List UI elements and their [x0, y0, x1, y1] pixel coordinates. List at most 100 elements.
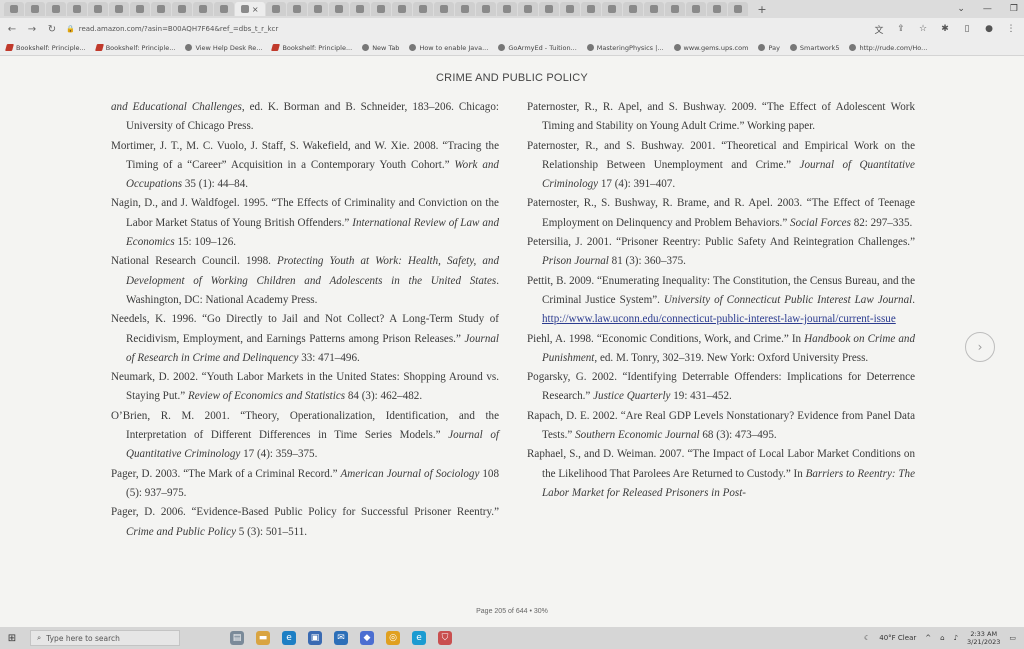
browser-tab[interactable]: [25, 2, 45, 16]
chevron-up-icon[interactable]: ^: [925, 634, 931, 642]
browser-tab[interactable]: [707, 2, 727, 16]
running-head: CRIME AND PUBLIC POLICY: [436, 72, 588, 84]
clock[interactable]: 2:33 AM 3/21/2023: [967, 630, 1000, 646]
bookmark-item[interactable]: How to enable Java...: [409, 44, 488, 52]
browser-tab[interactable]: [413, 2, 433, 16]
profile-icon[interactable]: ●: [982, 24, 996, 34]
bookmark-favicon-icon: [849, 44, 857, 51]
browser-tab[interactable]: [476, 2, 496, 16]
browser-tab[interactable]: [623, 2, 643, 16]
reference-entry: Mortimer, J. T., M. C. Vuolo, J. Staff, …: [111, 139, 499, 191]
bookmark-item[interactable]: GoArmyEd - Tuition...: [498, 44, 577, 52]
browser-tab[interactable]: [193, 2, 213, 16]
bookmark-item[interactable]: MasteringPhysics |...: [586, 44, 664, 52]
mail-icon[interactable]: ✉: [334, 631, 348, 645]
reference-link[interactable]: http://www.law.uconn.edu/connecticut-pub…: [542, 313, 896, 325]
bookmark-item[interactable]: New Tab: [362, 44, 399, 52]
browser-tab[interactable]: [287, 2, 307, 16]
kindle-reader: CRIME AND PUBLIC POLICY and Educational …: [0, 57, 1024, 627]
browser-tab[interactable]: [686, 2, 706, 16]
browser-tab[interactable]: [308, 2, 328, 16]
notifications-icon[interactable]: ▭: [1009, 634, 1016, 642]
edge-icon[interactable]: e: [282, 631, 296, 645]
chrome-icon[interactable]: ◎: [386, 631, 400, 645]
browser-tab[interactable]: [350, 2, 370, 16]
bookmark-item[interactable]: Bookshelf: Principle...: [5, 44, 86, 52]
bookmark-favicon-icon: [185, 44, 193, 51]
browser-tab[interactable]: [434, 2, 454, 16]
bookmark-favicon-icon: [758, 44, 766, 51]
browser-tab[interactable]: [109, 2, 129, 16]
tab-favicon-icon: [335, 5, 343, 13]
bookmark-item[interactable]: View Help Desk Re...: [185, 44, 262, 52]
restore-icon[interactable]: ❐: [1010, 4, 1018, 14]
reference-entry: Nagin, D., and J. Waldfogel. 1995. “The …: [111, 197, 499, 249]
tab-favicon-icon: [713, 5, 721, 13]
url-text: read.amazon.com/?asin=B00AQH7F64&ref_=db…: [78, 25, 279, 33]
taskbar-search[interactable]: ⌕ Type here to search: [30, 630, 180, 646]
edge-dev-icon[interactable]: e: [412, 631, 426, 645]
bookmark-item[interactable]: Pay: [758, 44, 780, 52]
next-page-button[interactable]: ›: [965, 332, 995, 362]
reload-icon[interactable]: ↻: [46, 24, 58, 35]
browser-tab[interactable]: [371, 2, 391, 16]
browser-tab[interactable]: [497, 2, 517, 16]
browser-tab[interactable]: [130, 2, 150, 16]
browser-tab[interactable]: [329, 2, 349, 16]
task-view-icon[interactable]: ▤: [230, 631, 244, 645]
browser-tab[interactable]: [151, 2, 171, 16]
browser-tab[interactable]: [88, 2, 108, 16]
side-panel-icon[interactable]: ▯: [960, 24, 974, 34]
browser-tab[interactable]: [644, 2, 664, 16]
url-field[interactable]: 🔒 read.amazon.com/?asin=B00AQH7F64&ref_=…: [66, 21, 446, 37]
reference-entry: Rapach, D. E. 2002. “Are Real GDP Levels…: [527, 409, 915, 442]
browser-tab[interactable]: [214, 2, 234, 16]
taskbar-apps: ▤ ▬ e ▣ ✉ ◆ ◎ e ⛉: [230, 631, 452, 645]
minimize-icon[interactable]: —: [983, 4, 992, 14]
new-tab-button[interactable]: +: [755, 2, 769, 16]
browser-tab-active[interactable]: ×: [235, 2, 265, 16]
back-icon[interactable]: ←: [6, 24, 18, 35]
bookmark-favicon-icon: [271, 44, 281, 51]
browser-tab[interactable]: [518, 2, 538, 16]
file-explorer-icon[interactable]: ▬: [256, 631, 270, 645]
browser-tab[interactable]: [266, 2, 286, 16]
tab-close-icon[interactable]: ×: [252, 5, 259, 14]
browser-tab[interactable]: [172, 2, 192, 16]
browser-tab[interactable]: [602, 2, 622, 16]
volume-icon[interactable]: ♪: [954, 634, 958, 642]
browser-tab[interactable]: [581, 2, 601, 16]
bookmark-item[interactable]: Bookshelf: Principle...: [94, 44, 175, 52]
app-icon[interactable]: ◆: [360, 631, 374, 645]
browser-tab[interactable]: [539, 2, 559, 16]
tab-favicon-icon: [115, 5, 123, 13]
share-icon[interactable]: ⇪: [894, 24, 908, 34]
windows-start-icon[interactable]: ⊞: [4, 633, 20, 644]
translate-icon[interactable]: 文: [872, 23, 886, 36]
reference-entry: Piehl, A. 1998. “Economic Conditions, Wo…: [527, 332, 915, 364]
browser-tab[interactable]: [728, 2, 748, 16]
browser-tab[interactable]: [455, 2, 475, 16]
browser-tab[interactable]: [560, 2, 580, 16]
shield-icon[interactable]: ⛉: [438, 631, 452, 645]
extensions-icon[interactable]: ✱: [938, 24, 952, 34]
reference-entry: Pager, D. 2006. “Evidence-Based Public P…: [111, 506, 499, 538]
menu-icon[interactable]: ⋮: [1004, 24, 1018, 34]
forward-icon[interactable]: →: [26, 24, 38, 35]
browser-tab[interactable]: [67, 2, 87, 16]
store-icon[interactable]: ▣: [308, 631, 322, 645]
network-icon[interactable]: ⌂: [940, 634, 944, 642]
browser-tab[interactable]: [4, 2, 24, 16]
tab-search-icon[interactable]: ⌄: [957, 4, 965, 14]
browser-tab[interactable]: [392, 2, 412, 16]
weather-text[interactable]: 40°F Clear: [879, 634, 916, 642]
bookmark-item[interactable]: Smartwork5: [789, 44, 839, 52]
browser-tab[interactable]: [665, 2, 685, 16]
bookmark-item[interactable]: Bookshelf: Principle...: [271, 44, 352, 52]
reference-entry: O’Brien, R. M. 2001. “Theory, Operationa…: [111, 409, 499, 461]
bookmark-star-icon[interactable]: ☆: [916, 24, 930, 34]
bookmark-item[interactable]: http://rude.com/Ho...: [849, 44, 927, 52]
tab-favicon-icon: [692, 5, 700, 13]
browser-tab[interactable]: [46, 2, 66, 16]
bookmark-item[interactable]: www.gems.ups.com: [673, 44, 748, 52]
